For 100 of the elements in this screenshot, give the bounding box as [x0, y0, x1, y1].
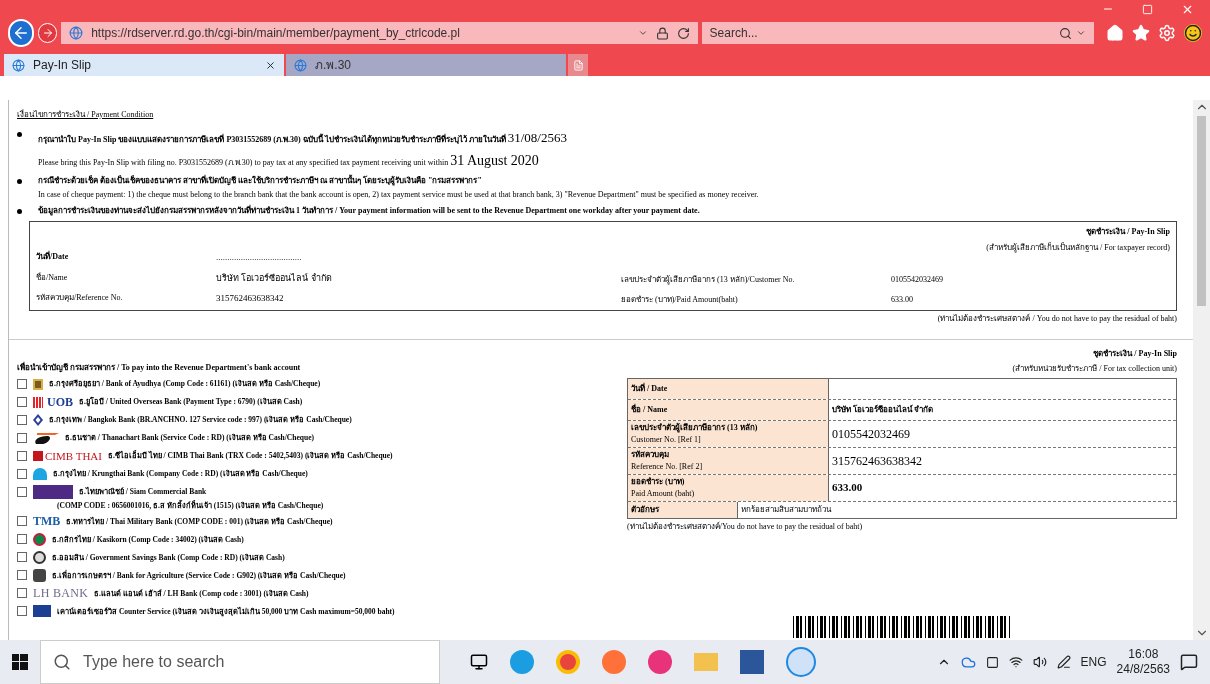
lock-icon — [655, 26, 669, 40]
favorites-icon[interactable] — [1132, 24, 1150, 42]
page-icon — [69, 26, 84, 40]
bank-logo: TMB — [33, 515, 61, 528]
note-text: (ท่านไม่ต้องชำระเศษสตางค์/You do not have to pay the residual of baht) — [627, 520, 864, 533]
bank-logo-icon — [33, 568, 46, 582]
bullet-icon — [17, 132, 22, 137]
table-label: ตัวอักษร — [631, 504, 659, 514]
search-field[interactable]: Search... — [701, 22, 1094, 44]
field-value: 315762463638342 — [216, 292, 284, 305]
settings-icon[interactable] — [1158, 24, 1176, 42]
checkbox[interactable] — [17, 415, 27, 425]
wifi-icon[interactable] — [1008, 655, 1023, 669]
bank-logo: LH BANK — [33, 587, 89, 600]
bullet-icon — [17, 178, 22, 184]
checkbox[interactable] — [17, 379, 27, 389]
url-text[interactable]: https://rdserver.rd.go.th/cgi-bin/main/member/payment_by_ctrlcode.pl — [91, 24, 630, 42]
clock-date[interactable]: 24/8/2563 — [1116, 662, 1170, 677]
search-icon[interactable] — [1059, 26, 1072, 40]
bank-logo-icon — [33, 414, 43, 426]
bank-logo: CIMB THAI — [33, 450, 102, 462]
cloud-icon[interactable] — [960, 654, 976, 670]
bullet-icon — [17, 208, 22, 214]
table-label: ยอดชำระ (บาท) — [631, 475, 686, 488]
condition-text: ข้อมูลการชำระเงินของท่านจะส่งไปยังกรมสรรพากรหลังจากวันที่ท่านชำระเงิน 1 วันทำการ / Your payment information will be sent to the Revenue Department one workday after your payment date. — [38, 204, 700, 217]
bank-logo-icon — [33, 605, 51, 618]
condition-text: กรณีชำระด้วยเช็ค ต้องเป็นเช็คของธนาคาร สาขาที่เปิดบัญชี และใช้บริการชำระภาษีฯ ณ สาขานั้นๆ โดยระบุผู้รับเงินคือ "กรมสรรพากร" — [38, 174, 483, 187]
back-button[interactable] — [8, 19, 35, 47]
pen-icon[interactable] — [1056, 655, 1071, 669]
bank-logo-icon — [33, 532, 46, 546]
tab-title[interactable]: ภ.พ.30 — [315, 56, 558, 74]
checkbox[interactable] — [17, 487, 27, 497]
scroll-thumb[interactable] — [1197, 116, 1206, 306]
checkbox[interactable] — [17, 570, 27, 581]
forward-button[interactable] — [38, 23, 58, 43]
table-value: 315762463638342 — [832, 452, 922, 470]
dropdown-icon[interactable] — [637, 28, 648, 38]
field-label: รหัสควบคุม/Reference No. — [36, 292, 124, 304]
field-value: ...................................... — [216, 251, 302, 264]
checkbox[interactable] — [17, 588, 27, 599]
table-label: ชื่อ / Name — [631, 403, 669, 416]
checkbox[interactable] — [17, 451, 27, 461]
checkbox[interactable] — [17, 534, 27, 545]
volume-icon[interactable] — [1032, 655, 1047, 669]
slip-title: ชุดชำระเงิน / Pay-In Slip — [1093, 347, 1177, 360]
bank-logo-icon — [33, 431, 59, 445]
close-tab-icon[interactable] — [265, 59, 276, 71]
section-heading: เงื่อนไขการชำระเงิน / Payment Condition — [17, 110, 154, 119]
home-icon[interactable] — [1106, 24, 1124, 42]
condition-text: Please bring this Pay-In Slip with filing no. P3031552689 (ภ.พ.30) to pay tax at any specified tax payment receiving unit within 31 August 2020 — [38, 151, 540, 170]
maximize-icon[interactable] — [1142, 3, 1153, 15]
slip-subtitle: (สำหรับหน่วยรับชำระภาษี / For tax collection unit) — [1012, 362, 1177, 375]
tab-title[interactable]: Pay-In Slip — [33, 56, 257, 74]
page-icon — [12, 58, 25, 72]
checkbox[interactable] — [17, 397, 27, 407]
scrollbar[interactable] — [1193, 100, 1210, 640]
windows-icon[interactable] — [12, 654, 28, 670]
checkbox[interactable] — [17, 552, 27, 563]
language-indicator[interactable]: ENG — [1080, 653, 1107, 671]
browser-tab[interactable]: ภ.พ.30 — [286, 54, 566, 76]
bank-logo-icon — [33, 550, 46, 564]
slip-subtitle: (สำหรับผู้เสียภาษีเก็บเป็นหลักฐาน / For taxpayer record) — [986, 241, 1170, 254]
table-value: บริษัท โอเวอร์ซีออนไลน์ จำกัด — [832, 403, 933, 416]
refresh-icon[interactable] — [676, 26, 690, 40]
table-value: หกร้อยสามสิบสามบาทถ้วน — [741, 504, 831, 514]
checkbox[interactable] — [17, 433, 27, 443]
table-label: Paid Amount (baht) — [631, 487, 696, 500]
task-view-icon[interactable] — [470, 653, 488, 671]
bank-logo-icon — [33, 378, 43, 390]
page-icon — [294, 58, 307, 72]
section-heading: เพื่อนำเข้าบัญชี กรมสรรพากร / To pay into the Revenue Department's bank account — [17, 361, 302, 374]
new-tab-icon — [572, 59, 584, 71]
field-value: 0105542032469 — [891, 273, 943, 286]
bank-logo-icon — [33, 468, 47, 480]
field-value: 633.00 — [891, 293, 913, 306]
bank-logo-icon — [33, 485, 73, 499]
browser-tab[interactable]: Pay-In Slip — [4, 54, 284, 76]
condition-text: In case of cheque payment: 1) the cheque must belong to the branch bank that the bank account is open, 2) tax payment service must be used at that branch bank, 3) "Revenue Department" must be specified as money receiver. — [38, 188, 759, 201]
checkbox[interactable] — [17, 606, 27, 617]
table-label: รหัสควบคุม — [631, 448, 670, 461]
field-label: วันที่/Date — [36, 251, 70, 263]
table-label: วันที่ / Date — [631, 382, 669, 395]
slip-title: ชุดชำระเงิน / Pay-In Slip — [1086, 225, 1170, 238]
address-bar[interactable]: https://rdserver.rd.go.th/cgi-bin/main/member/payment_by_ctrlcode.pl — [61, 22, 698, 44]
dropdown-icon[interactable] — [1076, 28, 1086, 38]
table-value: 0105542032469 — [832, 425, 910, 443]
clock-time[interactable]: 16:08 — [1128, 647, 1159, 662]
forward-arrow-icon — [41, 27, 54, 39]
bank-logo: UOB — [33, 396, 73, 408]
checkbox[interactable] — [17, 469, 27, 479]
table-label: เลขประจำตัวผู้เสียภาษีอากร (13 หลัก) — [631, 421, 759, 434]
condition-text: กรุณานำใบ Pay-In Slip ของแบบแสดงรายการภาษีเลขที่ P3031552689 (ภ.พ.30) ฉบับนี้ ไปชำระเงินได้ทุกหน่วยรับชำระภาษีที่ระบุไว้ ภายในวันที่31/08/2563 — [38, 129, 567, 147]
checkbox[interactable] — [17, 516, 27, 527]
notifications-icon[interactable] — [1180, 653, 1198, 671]
table-label: Customer No. [Ref 1] — [631, 433, 702, 446]
feedback-icon[interactable] — [1184, 24, 1202, 42]
taskbar-search-field[interactable]: Type here to search — [40, 640, 440, 684]
field-label: ยอดชำระ (บาท)/Paid Amount(baht) — [621, 293, 739, 306]
note-text: (ท่านไม่ต้องชำระเศษสตางค์ / You do not have to pay the residual of baht) — [937, 312, 1177, 325]
table-label: Reference No. [Ref 2] — [631, 460, 704, 473]
